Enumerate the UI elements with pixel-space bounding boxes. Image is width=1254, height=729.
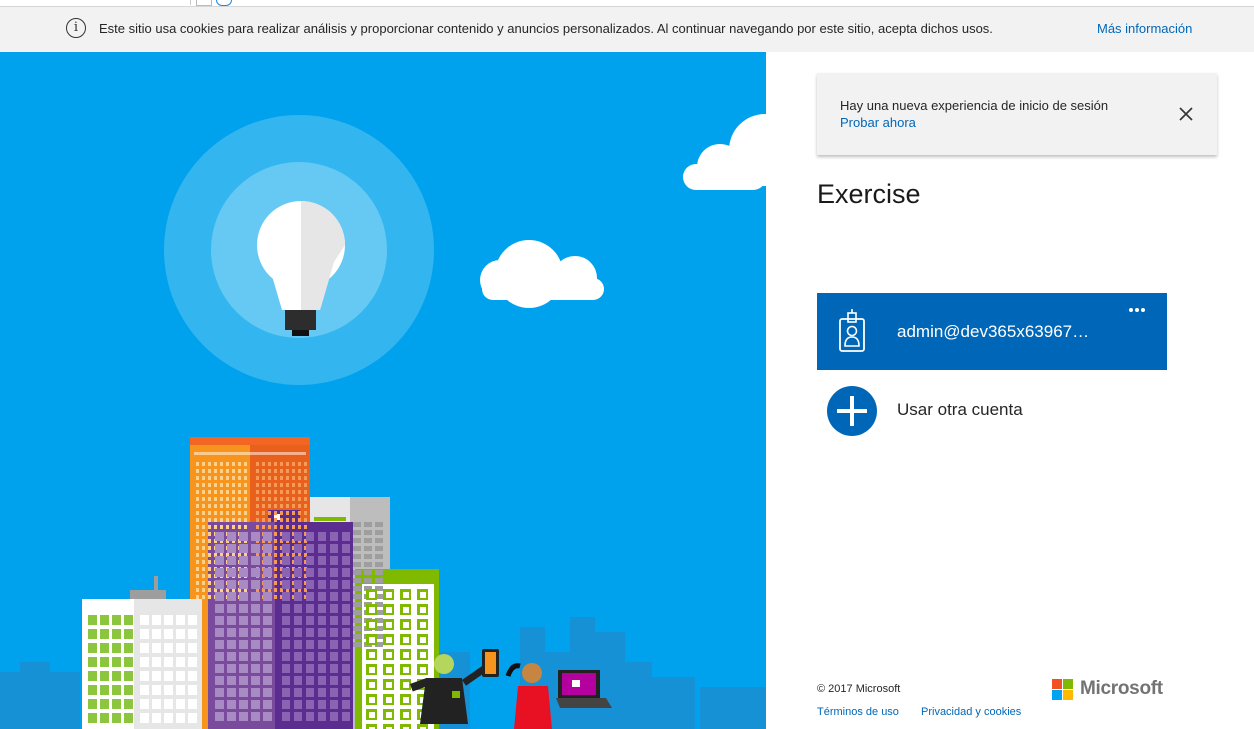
page-title: Exercise bbox=[817, 179, 921, 209]
people-illustration bbox=[410, 649, 612, 729]
logo-square-blue bbox=[1052, 690, 1062, 700]
browser-control-button[interactable] bbox=[196, 0, 212, 6]
microsoft-wordmark: Microsoft bbox=[1080, 678, 1163, 699]
copyright-text: © 2017 Microsoft bbox=[817, 683, 901, 695]
more-icon[interactable] bbox=[1127, 303, 1147, 317]
use-another-account-label: Usar otra cuenta bbox=[897, 400, 1023, 419]
privacy-cookies-link[interactable]: Privacidad y cookies bbox=[921, 706, 1021, 718]
account-tile[interactable]: admin@dev365x63967… bbox=[817, 293, 1167, 370]
browser-tab-strip bbox=[0, 0, 1254, 7]
use-another-account-button[interactable]: Usar otra cuenta bbox=[817, 384, 1167, 438]
try-now-link[interactable]: Probar ahora bbox=[840, 115, 916, 130]
browser-control-button[interactable] bbox=[216, 0, 232, 6]
terms-of-use-link[interactable]: Términos de uso bbox=[817, 706, 899, 718]
hero-illustration bbox=[0, 52, 766, 729]
badge-icon bbox=[839, 309, 865, 352]
more-info-link[interactable]: Más información bbox=[1097, 21, 1192, 36]
logo-square-yellow bbox=[1063, 690, 1073, 700]
logo-square-red bbox=[1052, 679, 1062, 689]
close-icon[interactable] bbox=[1175, 103, 1197, 125]
cookie-banner: i Este sitio usa cookies para realizar a… bbox=[0, 7, 1254, 52]
browser-tab[interactable] bbox=[0, 0, 191, 5]
new-experience-notice: Hay una nueva experiencia de inicio de s… bbox=[817, 73, 1217, 155]
cookie-banner-text: Este sitio usa cookies para realizar aná… bbox=[99, 21, 993, 36]
sign-in-pane: Hay una nueva experiencia de inicio de s… bbox=[766, 52, 1254, 729]
microsoft-logo: Microsoft bbox=[1052, 678, 1172, 702]
account-email: admin@dev365x63967… bbox=[897, 322, 1090, 341]
logo-square-green bbox=[1063, 679, 1073, 689]
plus-icon bbox=[827, 386, 877, 436]
notice-text: Hay una nueva experiencia de inicio de s… bbox=[840, 98, 1109, 113]
info-icon: i bbox=[66, 18, 86, 38]
